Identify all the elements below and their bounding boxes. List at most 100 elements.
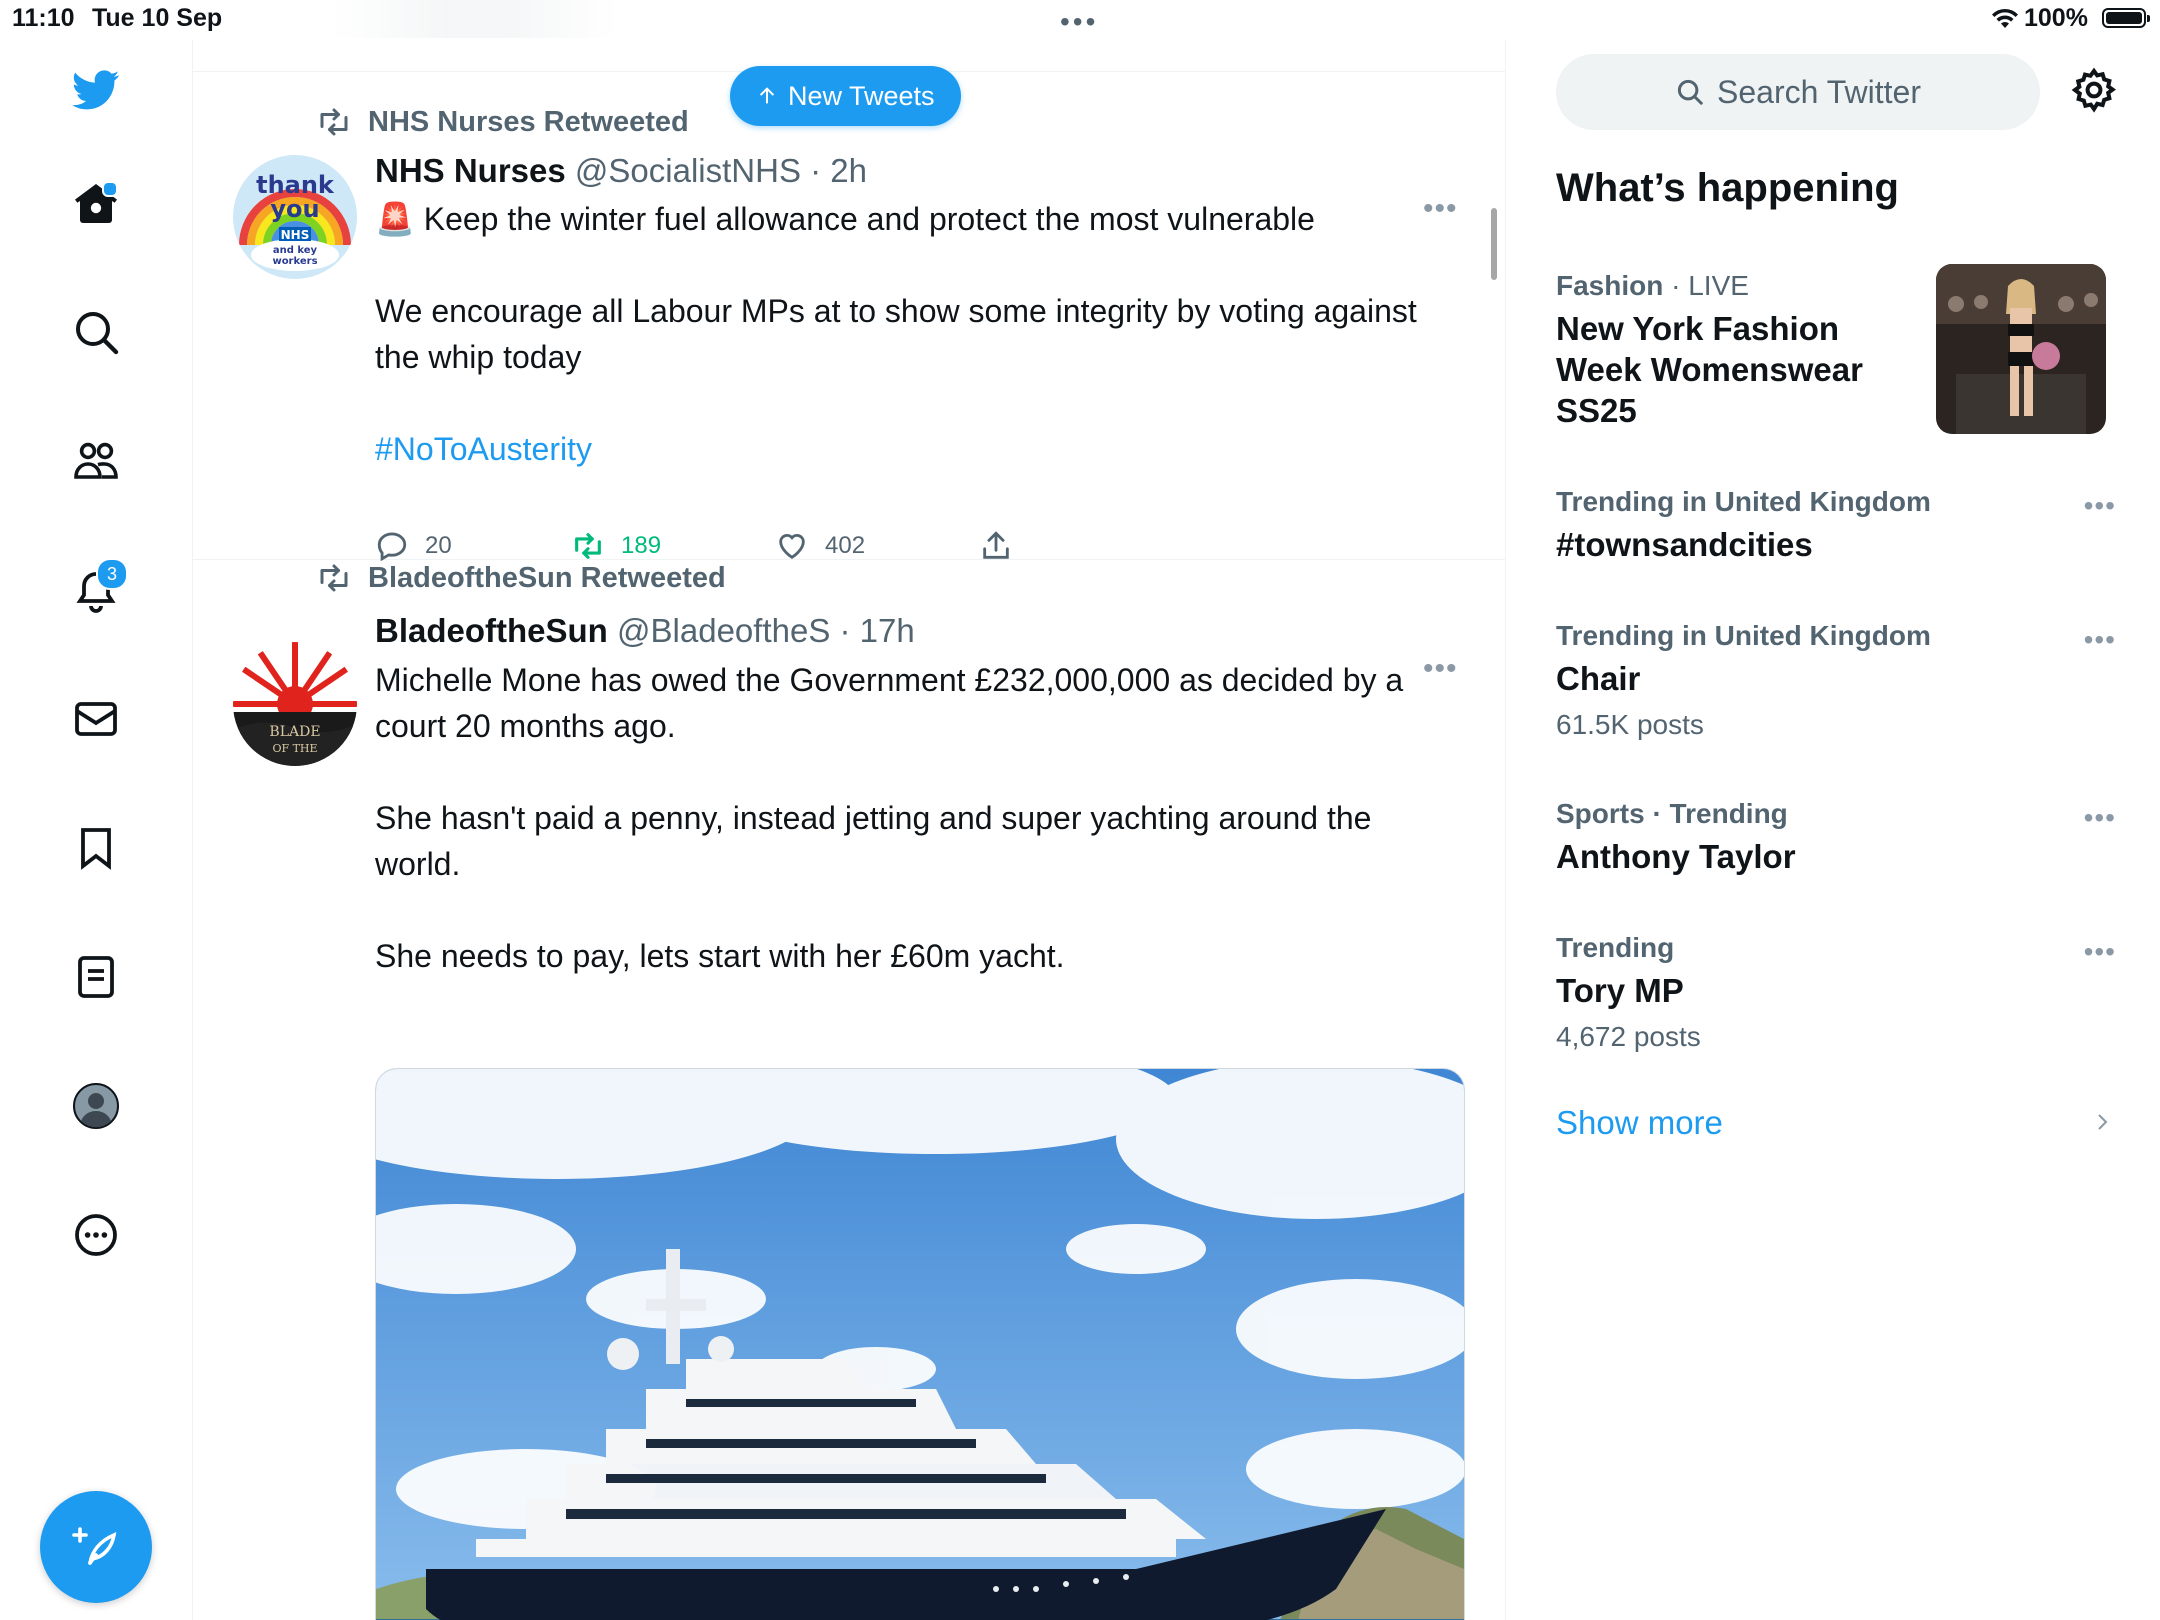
multitasking-dots[interactable]: ••• xyxy=(1060,6,1098,38)
trend-item[interactable]: Trending in United Kingdom Chair 61.5K p… xyxy=(1556,620,2116,741)
retweet-context[interactable]: BladeoftheSun Retweeted xyxy=(316,560,726,596)
trend-live-label: LIVE xyxy=(1688,270,1749,301)
trend-name: Anthony Taylor xyxy=(1556,838,1796,875)
trend-more-icon[interactable]: ••• xyxy=(2084,936,2116,968)
new-tweets-pill[interactable]: New Tweets xyxy=(730,66,961,126)
nav-more[interactable] xyxy=(56,1195,136,1275)
nav-lists[interactable] xyxy=(56,937,136,1017)
like-button[interactable]: 402 xyxy=(775,529,865,563)
search-placeholder: Search Twitter xyxy=(1717,73,1921,110)
retweet-icon xyxy=(320,564,348,592)
tweet[interactable]: BladeoftheSun Retweeted BLADE OF THE Bla… xyxy=(193,560,1505,1620)
trend-thumbnail[interactable] xyxy=(1936,264,2106,434)
avatar-text-you: you xyxy=(270,195,319,223)
trend-category: Trending in United Kingdom xyxy=(1556,620,1931,651)
siren-emoji: 🚨 xyxy=(375,201,415,237)
tweet-line-2: She hasn't paid a penny, instead jetting… xyxy=(375,800,1372,882)
communities-icon xyxy=(74,442,118,479)
battery-percent: 100% xyxy=(2024,4,2088,32)
avatar-text-and-key: and key xyxy=(273,245,318,256)
more-circle-icon xyxy=(75,1214,117,1256)
trend-item[interactable]: Sports · Trending Anthony Taylor ••• xyxy=(1556,798,2116,877)
trend-name: #townsandcities xyxy=(1556,526,1813,563)
nav-notifications[interactable]: 3 xyxy=(56,550,136,630)
reply-button[interactable]: 20 xyxy=(375,529,452,563)
trend-category: Trending xyxy=(1556,932,1675,963)
handle-and-time[interactable]: @BladeoftheS · 17h xyxy=(617,612,915,649)
avatar-text-blade: BLADE xyxy=(269,724,320,740)
gear-icon[interactable] xyxy=(2070,66,2118,114)
avatar[interactable]: BLADE OF THE xyxy=(233,642,357,766)
nav-communities[interactable] xyxy=(56,421,136,501)
tweet-header: BladeoftheSun @BladeoftheS · 17h xyxy=(375,612,915,650)
nav-home[interactable] xyxy=(56,163,136,243)
trend-category: Sports · Trending xyxy=(1556,798,1788,829)
retweet-count: 189 xyxy=(621,532,662,559)
trend-separator: · xyxy=(1663,270,1689,301)
trend-category: Fashion xyxy=(1556,270,1664,301)
battery-icon xyxy=(2102,8,2150,28)
status-bar: 11:10 Tue 10 Sep ••• 100% xyxy=(0,0,2160,40)
trend-item[interactable]: Fashion · LIVE New York Fashion Week Wom… xyxy=(1556,270,1916,431)
trend-item[interactable]: Trending Tory MP 4,672 posts ••• xyxy=(1556,932,2116,1053)
scrollbar-thumb[interactable] xyxy=(1491,208,1497,280)
tweet-image-yacht[interactable] xyxy=(375,1068,1465,1620)
twitter-logo-icon[interactable] xyxy=(56,50,136,130)
tweet-line-1: Keep the winter fuel allowance and prote… xyxy=(414,201,1315,237)
arrow-up-icon xyxy=(759,87,775,104)
hashtag-link[interactable]: #NoToAusterity xyxy=(375,431,592,467)
tweet-line-2: We encourage all Labour MPs at to show s… xyxy=(375,293,1417,375)
retweeted-by: BladeoftheSun Retweeted xyxy=(368,561,726,594)
nav-explore[interactable] xyxy=(56,292,136,372)
avatar-text-workers: workers xyxy=(272,256,317,267)
tweet-line-1: Michelle Mone has owed the Government £2… xyxy=(375,662,1404,744)
avatar[interactable]: thank you NHS and key workers xyxy=(233,155,357,279)
avatar-text-nhs: NHS xyxy=(281,228,310,242)
trend-name: Tory MP xyxy=(1556,972,1684,1009)
trend-name: New York Fashion Week Womenswear SS25 xyxy=(1556,310,1863,429)
chevron-right-icon[interactable] xyxy=(2090,1110,2114,1134)
retweet-button[interactable]: 189 xyxy=(571,529,661,563)
retweeted-by: NHS Nurses Retweeted xyxy=(368,105,689,138)
avatar-text-of-the: OF THE xyxy=(272,742,317,755)
reply-icon xyxy=(377,532,407,562)
tweet-header: NHS Nurses @SocialistNHS · 2h xyxy=(375,152,867,190)
search-input[interactable]: Search Twitter xyxy=(1556,54,2040,130)
trend-more-icon[interactable]: ••• xyxy=(2084,802,2116,834)
compose-feather-icon xyxy=(72,1527,117,1565)
wifi-icon xyxy=(1992,8,2018,28)
top-blur xyxy=(330,0,620,38)
nav-bookmarks[interactable] xyxy=(56,808,136,888)
trend-post-count: 4,672 posts xyxy=(1556,1021,1701,1052)
lists-icon xyxy=(78,956,114,998)
retweet-context[interactable]: NHS Nurses Retweeted xyxy=(316,104,689,140)
trend-more-icon[interactable]: ••• xyxy=(2084,490,2116,522)
whats-happening-title: What’s happening xyxy=(1556,166,1899,210)
nav-profile[interactable] xyxy=(56,1066,136,1146)
handle-and-time[interactable]: @SocialistNHS · 2h xyxy=(575,152,867,189)
compose-tweet-button[interactable] xyxy=(40,1491,152,1603)
notifications-badge: 3 xyxy=(96,558,128,590)
search-icon xyxy=(76,312,119,355)
trend-item[interactable]: Trending in United Kingdom #townsandciti… xyxy=(1556,486,2116,565)
share-button[interactable] xyxy=(979,529,1013,563)
display-name[interactable]: NHS Nurses xyxy=(375,152,566,189)
show-more-link[interactable]: Show more xyxy=(1556,1104,1723,1142)
profile-avatar-icon xyxy=(73,1083,119,1129)
search-icon xyxy=(1677,79,1703,105)
like-count: 402 xyxy=(825,532,866,559)
right-sidebar: Search Twitter What’s happening Fashion … xyxy=(1506,40,2160,1620)
display-name[interactable]: BladeoftheSun xyxy=(375,612,608,649)
retweet-icon xyxy=(320,108,348,136)
tweet[interactable]: NHS Nurses Retweeted thank you NHS and k… xyxy=(193,72,1505,563)
mail-icon xyxy=(75,702,117,736)
trend-more-icon[interactable]: ••• xyxy=(2084,624,2116,656)
bookmark-icon xyxy=(81,828,111,870)
heart-icon xyxy=(779,534,805,560)
timeline: New Tweets NHS Nurses Retweeted thank yo… xyxy=(193,40,1506,1620)
home-new-dot xyxy=(102,181,118,197)
status-time: 11:10 xyxy=(12,4,75,32)
tweet-text: 🚨 Keep the winter fuel allowance and pro… xyxy=(375,196,1455,472)
nav-messages[interactable] xyxy=(56,679,136,759)
status-date: Tue 10 Sep xyxy=(92,4,223,32)
